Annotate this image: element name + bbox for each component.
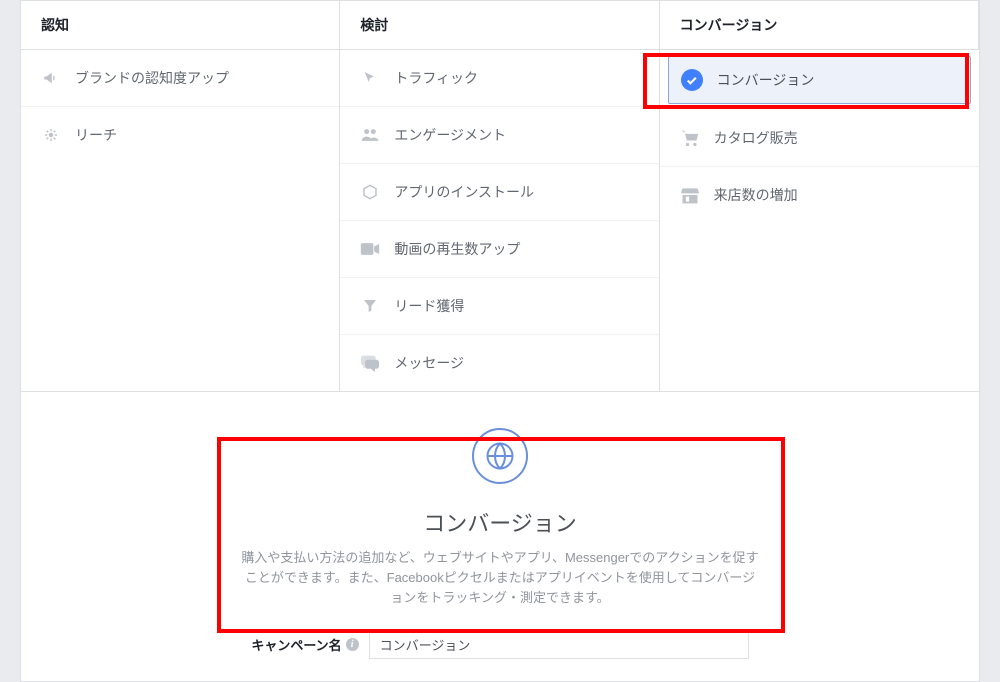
- objective-conversions[interactable]: コンバージョン: [668, 56, 971, 104]
- info-icon[interactable]: i: [346, 638, 359, 651]
- objective-label: リード獲得: [394, 296, 464, 316]
- globe-icon: [472, 428, 528, 484]
- objective-label: リーチ: [75, 125, 117, 145]
- objective-engagement[interactable]: エンゲージメント: [340, 107, 658, 164]
- box-icon: [360, 182, 380, 202]
- people-icon: [360, 125, 380, 145]
- campaign-name-input[interactable]: [369, 630, 749, 659]
- column-header-conversion: コンバージョン: [660, 1, 979, 50]
- objective-catalog-sales[interactable]: カタログ販売: [660, 110, 979, 167]
- objective-label: トラフィック: [394, 68, 478, 88]
- objective-label: ブランドの認知度アップ: [75, 68, 229, 88]
- video-icon: [360, 239, 380, 259]
- check-circle-icon: [681, 69, 703, 91]
- objective-app-installs[interactable]: アプリのインストール: [340, 164, 658, 221]
- funnel-icon: [360, 296, 380, 316]
- objective-reach[interactable]: リーチ: [21, 107, 339, 163]
- objective-detail: コンバージョン 購入や支払い方法の追加など、ウェブサイトやアプリ、Messeng…: [21, 392, 979, 679]
- cart-icon: [680, 128, 700, 148]
- column-awareness: ブランドの認知度アップ リーチ: [21, 50, 340, 391]
- objective-label: アプリのインストール: [394, 182, 534, 202]
- megaphone-icon: [41, 68, 61, 88]
- column-consideration: トラフィック エンゲージメント アプリのインストール 動画の再生数アップ: [340, 50, 659, 391]
- objective-traffic[interactable]: トラフィック: [340, 50, 658, 107]
- chat-icon: [360, 353, 380, 373]
- column-conversion: コンバージョン カタログ販売 来店数の増加: [660, 50, 979, 391]
- objective-label: エンゲージメント: [394, 125, 506, 145]
- objective-label: 動画の再生数アップ: [394, 239, 520, 259]
- objective-label: メッセージ: [394, 353, 464, 373]
- objective-label: 来店数の増加: [714, 185, 798, 205]
- objective-brand-awareness[interactable]: ブランドの認知度アップ: [21, 50, 339, 107]
- objective-store-visits[interactable]: 来店数の増加: [660, 167, 979, 223]
- objective-label: カタログ販売: [714, 128, 798, 148]
- reach-icon: [41, 125, 61, 145]
- objective-lead-gen[interactable]: リード獲得: [340, 278, 658, 335]
- objective-messages[interactable]: メッセージ: [340, 335, 658, 391]
- detail-description: 購入や支払い方法の追加など、ウェブサイトやアプリ、Messengerでのアクショ…: [240, 548, 760, 608]
- campaign-name-label: キャンペーン名 i: [251, 635, 358, 654]
- column-header-awareness: 認知: [21, 1, 340, 50]
- column-header-consideration: 検討: [340, 1, 659, 50]
- cursor-icon: [360, 68, 380, 88]
- objective-label: コンバージョン: [717, 70, 815, 90]
- store-icon: [680, 185, 700, 205]
- detail-title: コンバージョン: [141, 506, 859, 538]
- objective-video-views[interactable]: 動画の再生数アップ: [340, 221, 658, 278]
